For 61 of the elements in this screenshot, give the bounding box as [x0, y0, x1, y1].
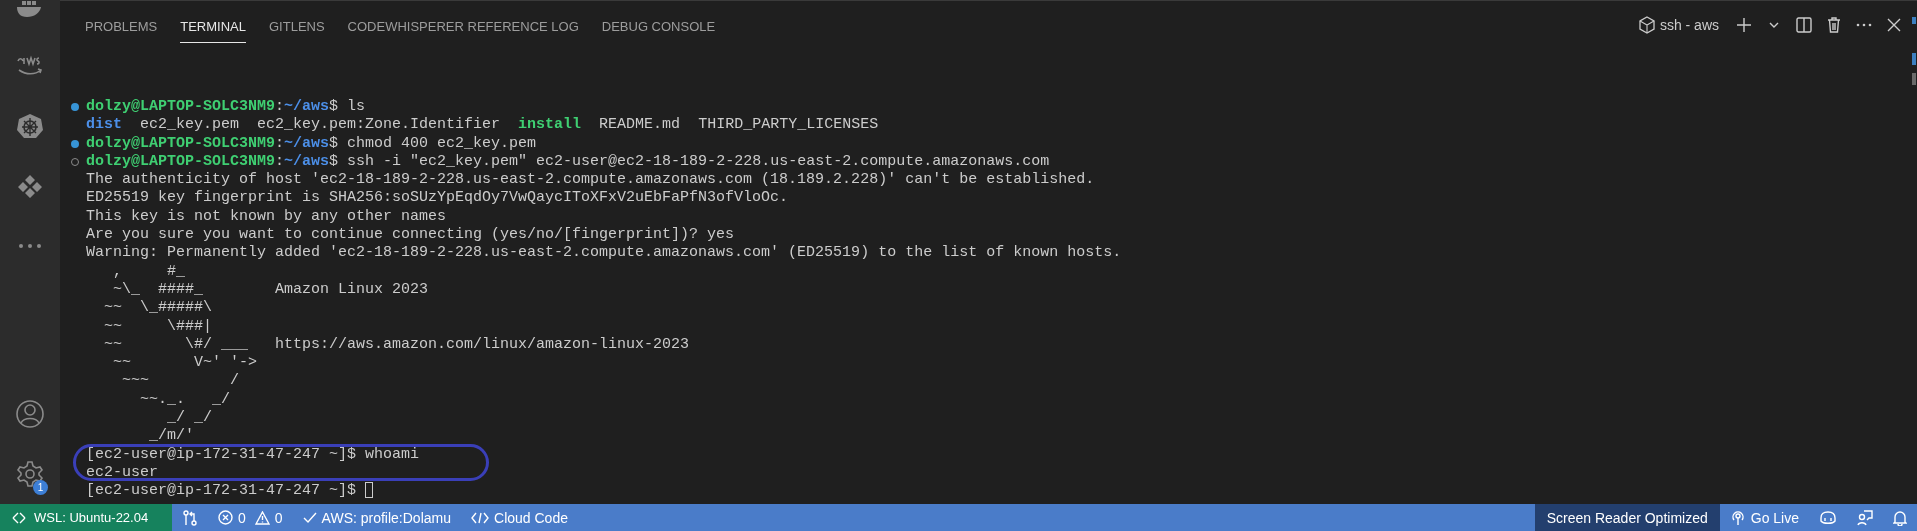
- remote-indicator[interactable]: WSL: Ubuntu-22.04: [0, 504, 172, 531]
- terminal-line: ~~ \###|: [103, 317, 213, 336]
- diamonds-icon[interactable]: [16, 173, 44, 199]
- bell-icon: [1893, 509, 1907, 526]
- terminal-line: The authenticity of host 'ec2-18-189-2-228.us-east-2.compute.amazonaws.com (18.189.2.228)' can't be established.: [86, 171, 1095, 190]
- error-icon: [218, 510, 233, 525]
- command-status-dot[interactable]: [71, 103, 79, 112]
- scrollbar-marker: [1912, 17, 1916, 24]
- code-icon: [471, 511, 489, 524]
- terminal-line: [ec2-user@ip-172-31-47-247 ~]$ whoami: [86, 445, 420, 464]
- check-icon: [302, 511, 317, 524]
- cloud-code-button[interactable]: Cloud Code: [461, 504, 578, 531]
- panel-tab[interactable]: CODEWHISPERER REFERENCE LOG: [347, 6, 579, 43]
- terminal-line: , #_: [112, 262, 186, 281]
- terminal-line: dolzy@LAPTOP-SOLC3NM9:~/aws$ ls: [86, 98, 366, 117]
- cube-icon: [1638, 15, 1655, 34]
- trash-icon[interactable]: [1827, 16, 1841, 33]
- person-speech-icon: [1857, 509, 1873, 526]
- terminal-line: This key is not known by any other names: [86, 207, 447, 227]
- panel-tab[interactable]: TERMINAL: [180, 6, 246, 43]
- go-live-button[interactable]: Go Live: [1719, 504, 1809, 531]
- close-icon[interactable]: [1887, 17, 1901, 32]
- terminal-line: Are you sure you want to continue connecting (yes/no/[fingerprint])? yes: [86, 226, 735, 245]
- cloud-logo-icon[interactable]: [15, 55, 45, 77]
- terminal-line: dolzy@LAPTOP-SOLC3NM9:~/aws$ chmod 400 ec2_key.pem: [86, 134, 537, 153]
- terminal-line: Warning: Permanently added 'ec2-18-189-2-228.us-east-2.compute.amazonaws.com' (ED25519) to the list of known hosts.: [86, 244, 1122, 263]
- terminal-selector[interactable]: ssh - aws: [1638, 15, 1719, 34]
- remote-icon: [12, 510, 26, 525]
- split-icon[interactable]: [1796, 16, 1812, 33]
- terminal-line: ~~ \#/ ___ https://aws.amazon.com/linux/amazon-linux-2023: [103, 335, 690, 355]
- chevron-down-icon[interactable]: [1769, 21, 1779, 28]
- scrollbar-marker: [1912, 53, 1916, 65]
- terminal-line: ~~ \_#####\: [103, 299, 213, 318]
- plus-icon[interactable]: [1736, 16, 1752, 33]
- command-status-dot[interactable]: [71, 139, 79, 148]
- problems-button[interactable]: 0 0: [208, 504, 293, 531]
- terminal-line: ~\_ ####_ Amazon Linux 2023: [112, 280, 429, 300]
- terminal-line: ec2-user: [86, 463, 158, 483]
- terminal-line: ~~._. _/: [139, 390, 231, 410]
- terminal-line: [ec2-user@ip-172-31-47-247 ~]$: [86, 482, 358, 501]
- terminal-line: ED25519 key fingerprint is SHA256:soSUzYpEqdOy7VwQaycIToXFxV2uEbFaPfN3ofVloOc.: [86, 189, 789, 208]
- warning-icon: [254, 510, 270, 525]
- terminal-line: _/m/': [148, 427, 195, 446]
- terminal-line: ~~ V~' '->: [112, 354, 258, 373]
- screen-reader-mode-button[interactable]: Screen Reader Optimized: [1534, 504, 1720, 531]
- more-icon[interactable]: [1856, 22, 1872, 27]
- notification-badge: 1: [33, 480, 48, 495]
- robot-face-icon: [1819, 509, 1837, 526]
- profile-button[interactable]: AWS: profile:Dolamu: [292, 504, 461, 531]
- scrollbar-marker: [1912, 73, 1916, 85]
- helm-wheel-icon[interactable]: [16, 112, 44, 140]
- panel-tab[interactable]: GITLENS: [269, 6, 325, 43]
- branch-compare-icon: [182, 509, 198, 526]
- panel-tab[interactable]: DEBUG CONSOLE: [601, 6, 716, 43]
- broadcast-icon: [1729, 509, 1746, 526]
- terminal-line: ~~~ /: [121, 372, 240, 391]
- terminal-line: dist ec2_key.pem ec2_key.pem:Zone.Identifier install README.md THIRD_PARTY_LICENSES: [86, 116, 879, 135]
- account-icon[interactable]: [15, 399, 45, 429]
- panel-tab[interactable]: PROBLEMS: [85, 6, 158, 43]
- terminal-line: _/ _/: [166, 409, 213, 428]
- terminal-line: dolzy@LAPTOP-SOLC3NM9:~/aws$ ssh -i "ec2_key.pem" ec2-user@ec2-18-189-2-228.us-east-2.compute.amazonaws.com: [86, 152, 1050, 172]
